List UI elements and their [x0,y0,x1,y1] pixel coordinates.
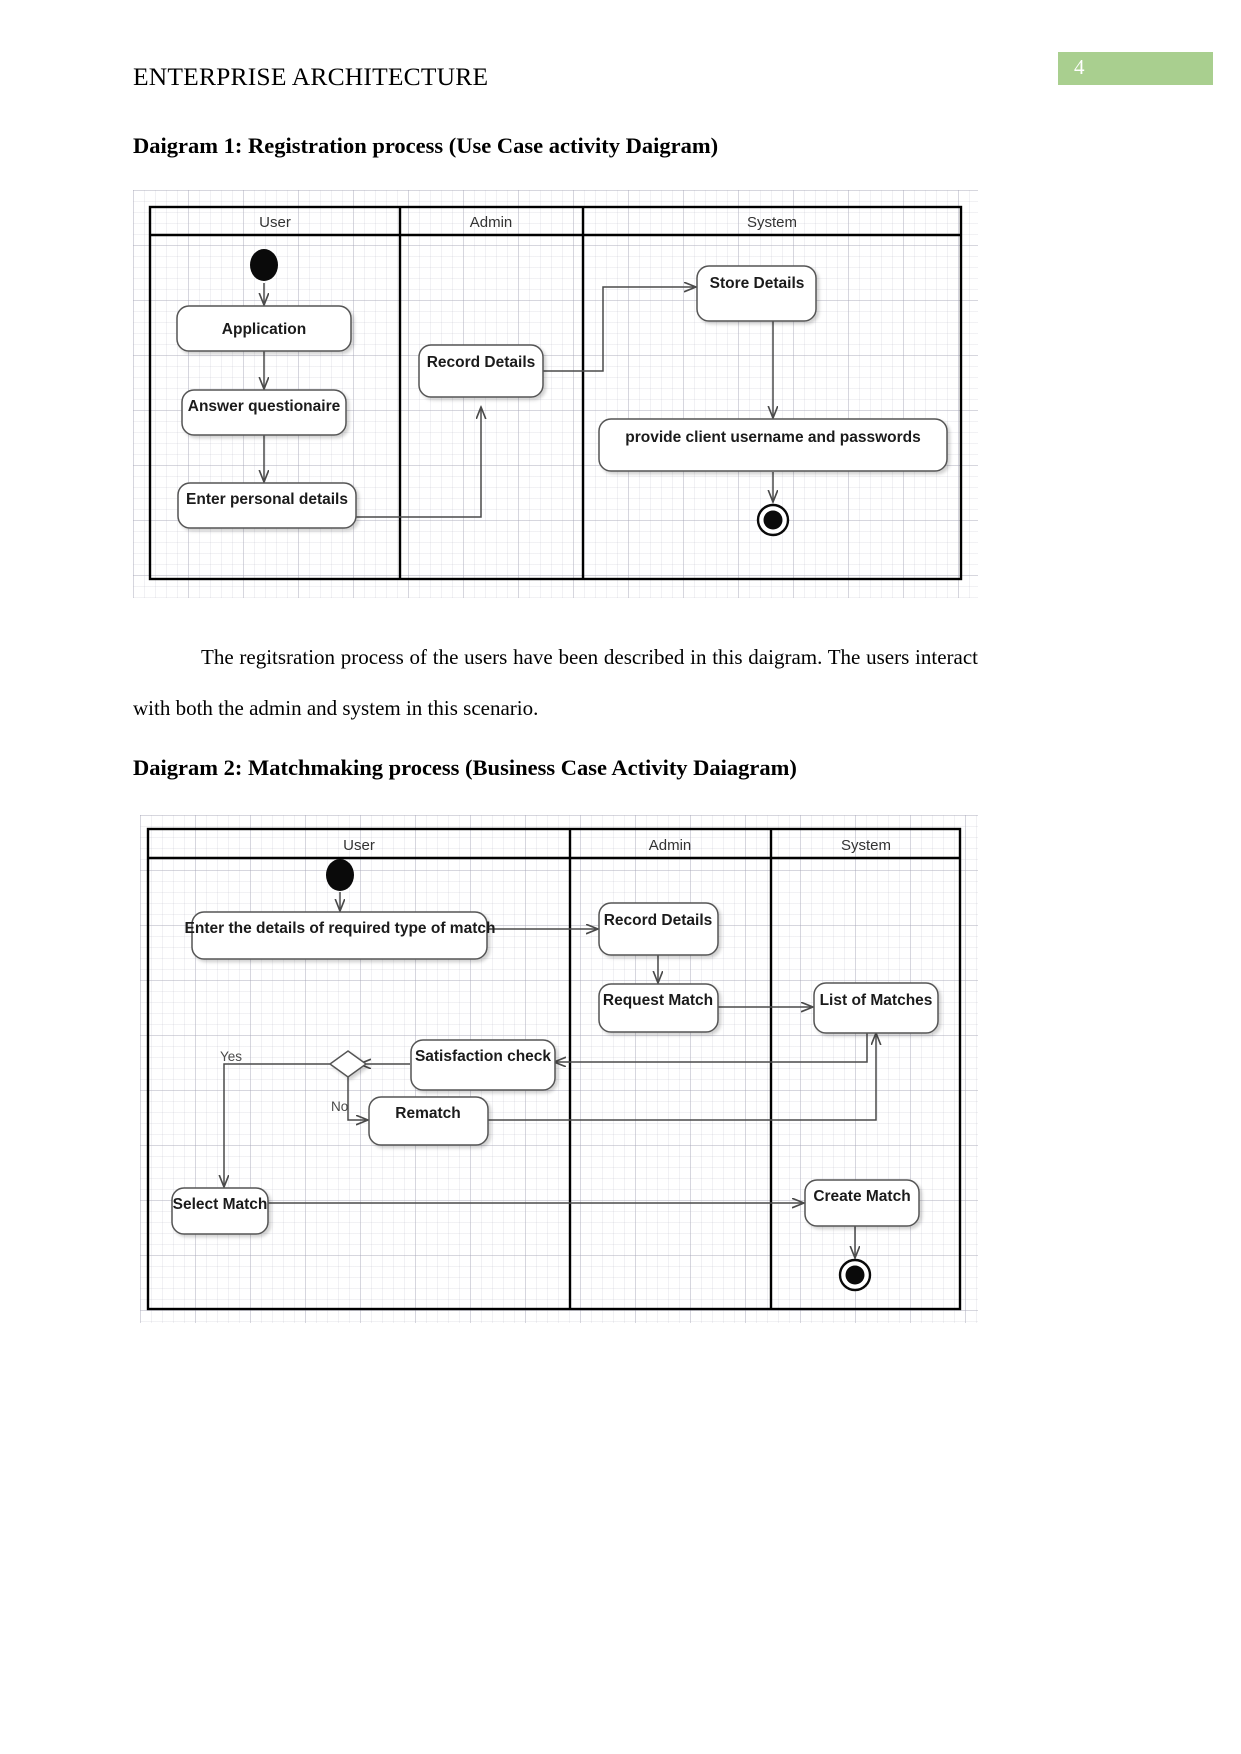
diagram-2-node-enter-match-details: Enter the details of required type of ma… [185,911,496,960]
diagram-1-lane-header-system: System [747,214,797,231]
diagram-2-label-enter-match-details: Enter the details of required type of ma… [185,920,496,937]
diagram-1-lane-header-user: User [259,214,291,231]
diagram-1-edge-enter-details-to-record-details [356,407,481,518]
diagram-1-node-answer-questionaire: Answer questionaire [181,389,347,436]
document-header-title: ENTERPRISE ARCHITECTURE [133,62,489,91]
diagram-2-label-create-match: Create Match [813,1188,910,1205]
diagram-1-label-answer-questionaire: Answer questionaire [188,398,341,415]
diagram-2-guard-label-no: No [331,1099,348,1114]
diagram-2-edge-decision-yes-to-select-match [224,1063,338,1187]
diagram-1-label-store-details: Store Details [710,275,805,292]
diagram-2-lane-header-admin: Admin [649,837,692,854]
section-heading-diagram-1: Daigram 1: Registration process (Use Cas… [133,133,719,158]
diagram-2-label-list-of-matches: List of Matches [820,992,933,1009]
section-heading-diagram-2: Daigram 2: Matchmaking process (Business… [133,755,797,780]
diagram-1-label-provide-credentials: provide client username and passwords [625,429,920,446]
diagram-2-node-create-match: Create Match [804,1179,920,1227]
diagram-1-node-record-details: Record Details [418,344,544,398]
diagram-2-lane-header-system: System [841,837,891,854]
diagram-2-node-list-of-matches: List of Matches [813,982,939,1034]
diagram-1-label-enter-personal-details: Enter personal details [186,491,348,508]
diagram-1-node-provide-credentials: provide client username and passwords [598,418,948,472]
diagram-2-node-request-match: Request Match [598,983,719,1033]
diagram-2-decision-node [328,1050,368,1078]
diagram-2-end-node [838,1258,872,1292]
diagram-2-canvas: User Admin System Enter the details of r… [146,827,962,1311]
diagram-1-registration-process: User Admin System Application Answer que… [133,190,978,598]
diagram-1-label-application: Application [222,321,306,338]
diagram-2-edge-decision-no-to-rematch [347,1077,368,1120]
diagram-2-label-select-match: Select Match [173,1196,268,1213]
diagram-2-node-record-details: Record Details [598,902,719,956]
diagram-1-node-enter-personal-details: Enter personal details [177,482,357,529]
diagram-2-edge-list-of-matches-to-satisfaction-check [554,1031,868,1062]
page-header: ENTERPRISE ARCHITECTURE 4 [0,52,1241,100]
diagram-2-start-node [326,859,354,891]
diagram-2-node-rematch: Rematch [368,1096,489,1146]
diagram-2-label-rematch: Rematch [395,1105,460,1122]
diagram-1-node-application: Application [176,305,352,352]
diagram-1-node-store-details: Store Details [696,265,817,322]
diagram-1-end-node [756,503,790,537]
diagram-1-label-record-details: Record Details [427,354,536,371]
diagram-2-matchmaking-process: User Admin System Enter the details of r… [140,815,978,1323]
diagram-1-start-node [250,249,278,281]
diagram-2-node-select-match: Select Match [171,1187,269,1235]
diagram-1-lane-header-admin: Admin [470,214,513,231]
paragraph-after-diagram-1: The regitsration process of the users ha… [133,645,978,720]
diagram-2-guard-label-yes: Yes [220,1049,242,1064]
diagram-2-label-request-match: Request Match [603,992,713,1009]
page-number-badge: 4 [1058,52,1213,85]
diagram-2-label-satisfaction-check: Satisfaction check [415,1048,551,1065]
diagram-1-canvas: User Admin System Application Answer que… [148,205,963,581]
diagram-2-node-satisfaction-check: Satisfaction check [410,1039,556,1091]
diagram-2-label-record-details: Record Details [604,912,713,929]
page-number: 4 [1074,55,1085,79]
diagram-1-edge-record-details-to-store-details [543,287,696,372]
diagram-2-lane-header-user: User [343,837,375,854]
